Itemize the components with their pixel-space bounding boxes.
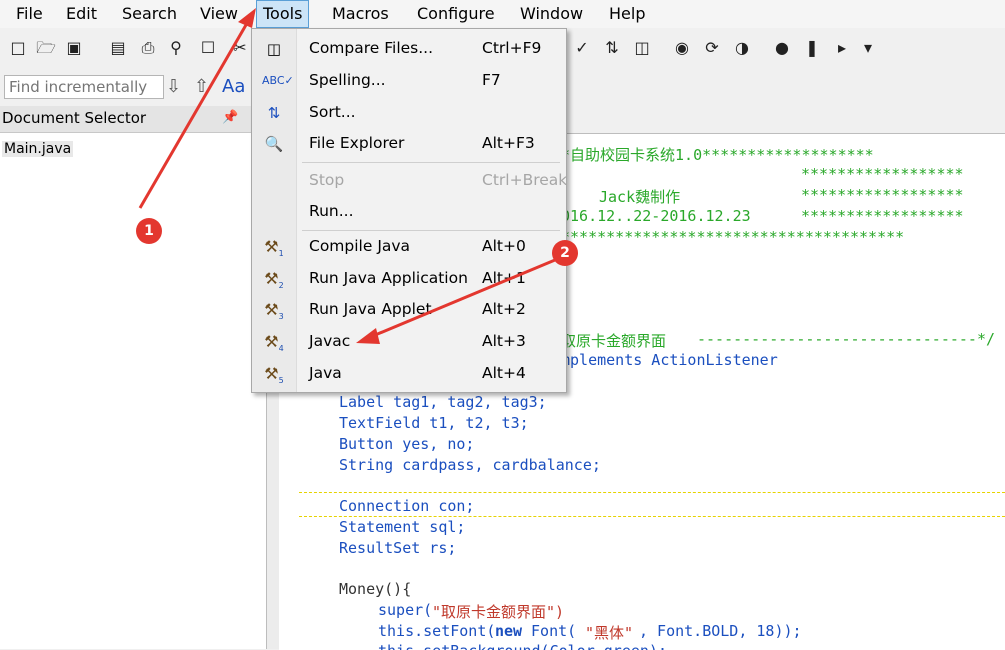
callout-badge-2: 2 [552,240,578,266]
arrow-1-line [138,17,252,209]
arrow-2-head [356,328,380,344]
annotation-arrows [138,8,556,344]
arrow-2-line [367,258,556,340]
arrow-1-head [238,8,256,28]
callout-badge-1: 1 [136,218,162,244]
